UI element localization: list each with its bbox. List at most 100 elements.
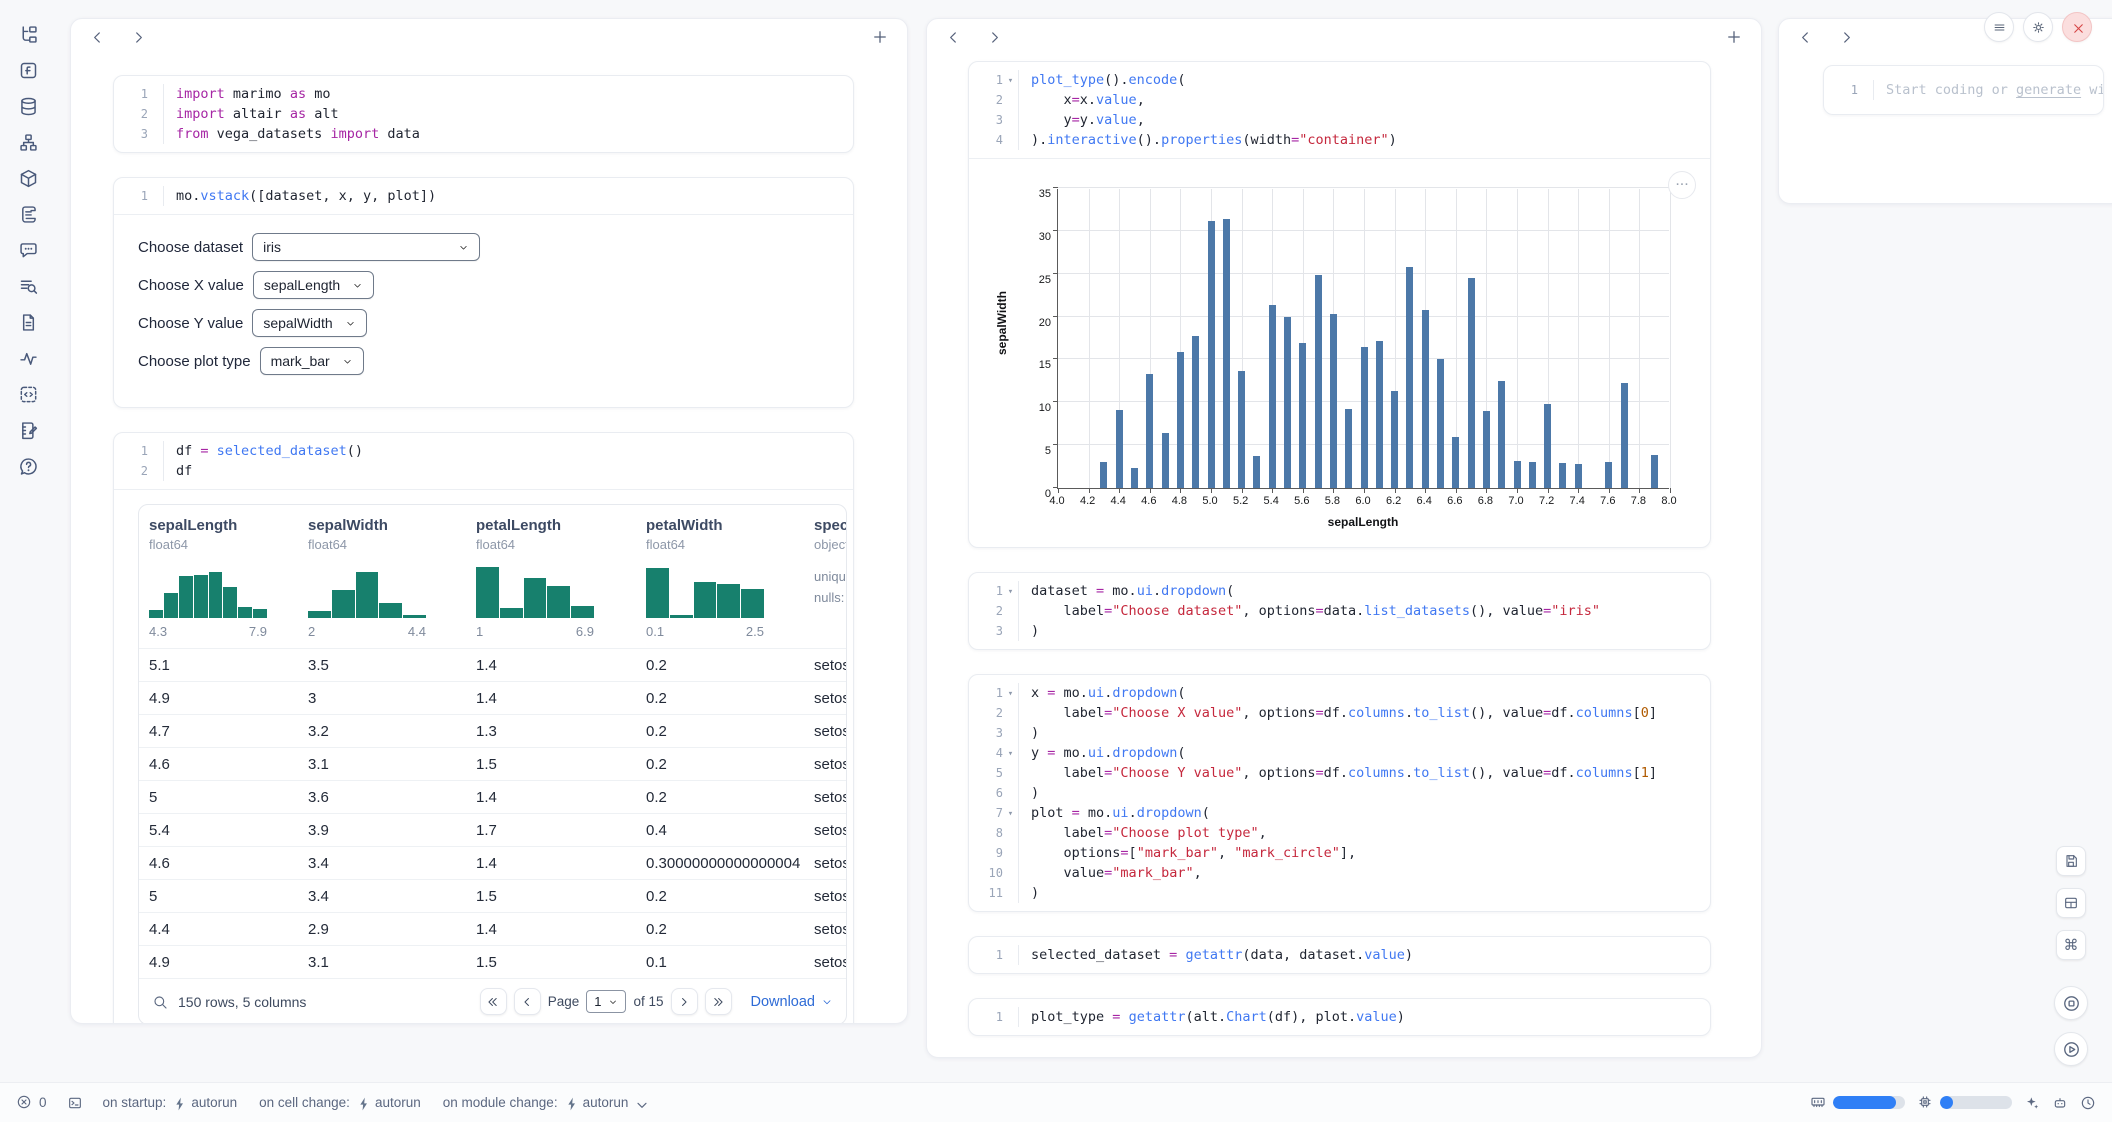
ai-assist-button[interactable]	[2024, 1095, 2040, 1111]
notebook-menu-button[interactable]	[1984, 12, 2014, 42]
code-line[interactable]: 2import altair as alt	[114, 104, 853, 124]
settings-button[interactable]	[2023, 12, 2053, 42]
sidebar-package-icon[interactable]	[18, 168, 39, 189]
sidebar-logs-icon[interactable]	[18, 276, 39, 297]
x-tick-label: 6.6	[1447, 495, 1462, 507]
chart-plot-area[interactable]: 05101520253035	[1057, 189, 1669, 489]
column-name[interactable]: petalLength	[476, 517, 636, 534]
histogram-range: 0.12.5	[646, 624, 764, 639]
fold-chevron-icon[interactable]: ▾	[1003, 743, 1018, 763]
code-line[interactable]: 1mo.vstack([dataset, x, y, plot])	[114, 186, 853, 206]
previous-page-button[interactable]	[514, 988, 541, 1015]
fold-chevron-icon[interactable]: ▾	[1003, 683, 1018, 703]
sidebar-snippets-icon[interactable]	[18, 384, 39, 405]
column-name[interactable]: sepalLength	[149, 517, 298, 534]
sidebar-documentation-icon[interactable]	[18, 312, 39, 333]
runtime-history-button[interactable]	[2080, 1095, 2096, 1111]
empty-code-cell[interactable]: 1 Start coding or generate with	[1823, 65, 2104, 115]
editor-placeholder[interactable]: Start coding or generate with	[1873, 80, 2103, 100]
add-cell-icon[interactable]	[1725, 28, 1743, 46]
x-tick	[1456, 488, 1457, 493]
add-cell-icon[interactable]	[871, 28, 889, 46]
code-line[interactable]: 2 label="Choose dataset", options=data.l…	[969, 601, 1710, 621]
dataset-select[interactable]: iris	[252, 233, 480, 261]
generate-link[interactable]: generate	[2016, 82, 2081, 98]
sidebar-functions-icon[interactable]	[18, 60, 39, 81]
assistant-button[interactable]	[2052, 1095, 2068, 1111]
runtime-config-item[interactable]: on startup:autorun	[103, 1095, 238, 1110]
last-page-button[interactable]	[705, 988, 732, 1015]
column-name[interactable]: species	[814, 517, 847, 534]
code-line[interactable]: 1plot_type = getattr(alt.Chart(df), plot…	[969, 1007, 1710, 1027]
keyboard-shortcuts-button[interactable]: ⌘	[2056, 930, 2086, 960]
code-line[interactable]: 7▾plot = mo.ui.dropdown(	[969, 803, 1710, 823]
code-line[interactable]: 4).interactive().properties(width="conta…	[969, 130, 1710, 150]
line-number: 6	[969, 783, 1003, 803]
page-select[interactable]: 1	[586, 990, 626, 1013]
runtime-config-item[interactable]: on cell change:autorun	[259, 1095, 421, 1110]
code-line[interactable]: 1▾plot_type().encode(	[969, 70, 1710, 90]
code-line[interactable]: 9 options=["mark_bar", "mark_circle"],	[969, 843, 1710, 863]
sidebar-database-icon[interactable]	[18, 96, 39, 117]
chevron-right-icon[interactable]	[986, 29, 1003, 46]
save-button[interactable]	[2056, 846, 2086, 876]
code-line[interactable]: 1df = selected_dataset()	[114, 441, 853, 461]
runtime-config-item[interactable]: on module change:autorun	[443, 1095, 646, 1110]
sidebar-dependency-graph-icon[interactable]	[18, 132, 39, 153]
search-icon[interactable]	[152, 994, 168, 1010]
code-line[interactable]: 1selected_dataset = getattr(data, datase…	[969, 945, 1710, 965]
sidebar-scratchpad-icon[interactable]	[18, 420, 39, 441]
code-cell-dataframe: 1df = selected_dataset()2df sepalLengthf…	[113, 432, 854, 1024]
code-line[interactable]: 2df	[114, 461, 853, 481]
code-line[interactable]: 10 value="mark_bar",	[969, 863, 1710, 883]
sidebar-help-icon[interactable]	[18, 456, 39, 477]
code-line[interactable]: 3)	[969, 723, 1710, 743]
sidebar-file-tree-icon[interactable]	[18, 24, 39, 45]
interrupt-button[interactable]	[2054, 986, 2088, 1020]
sidebar-chat-bot-icon[interactable]	[18, 240, 39, 261]
chevron-right-icon[interactable]	[1838, 29, 1855, 46]
code-line[interactable]: 11)	[969, 883, 1710, 903]
code-line[interactable]: 6)	[969, 783, 1710, 803]
run-all-button[interactable]	[2054, 1032, 2088, 1066]
sidebar-script-icon[interactable]	[18, 204, 39, 225]
sidebar-rail	[0, 0, 56, 1082]
cell-layout-button[interactable]	[2056, 888, 2086, 918]
code-line[interactable]: 1import marimo as mo	[114, 84, 853, 104]
terminal-button[interactable]	[67, 1095, 83, 1111]
chevron-left-icon[interactable]	[945, 29, 962, 46]
chevron-left-icon[interactable]	[1797, 29, 1814, 46]
download-button[interactable]: Download	[751, 994, 834, 1010]
code-line[interactable]: 1▾x = mo.ui.dropdown(	[969, 683, 1710, 703]
fold-chevron-icon[interactable]: ▾	[1003, 581, 1018, 601]
cpu-usage[interactable]	[1917, 1094, 2012, 1111]
column-name[interactable]: petalWidth	[646, 517, 804, 534]
fold-chevron-icon[interactable]: ▾	[1003, 803, 1018, 823]
plot-type-select[interactable]: mark_bar	[260, 347, 364, 375]
x-value-select[interactable]: sepalLength	[253, 271, 374, 299]
fold-chevron-icon[interactable]: ▾	[1003, 70, 1018, 90]
code-line[interactable]: 4▾y = mo.ui.dropdown(	[969, 743, 1710, 763]
y-value-select[interactable]: sepalWidth	[252, 309, 366, 337]
code-line[interactable]: 3 y=y.value,	[969, 110, 1710, 130]
code-cell-selected-dataset: 1selected_dataset = getattr(data, datase…	[968, 936, 1711, 974]
shutdown-button[interactable]	[2062, 12, 2092, 42]
code-line[interactable]: 3)	[969, 621, 1710, 641]
first-page-button[interactable]	[480, 988, 507, 1015]
chevron-left-icon[interactable]	[89, 29, 106, 46]
sidebar-tracing-icon[interactable]	[18, 348, 39, 369]
code-line[interactable]: 2 x=x.value,	[969, 90, 1710, 110]
code-line[interactable]: 1▾dataset = mo.ui.dropdown(	[969, 581, 1710, 601]
table-column-header: sepalLengthfloat644.37.9	[139, 517, 298, 648]
errors-indicator[interactable]: 0	[16, 1094, 47, 1111]
code-line[interactable]: 5 label="Choose Y value", options=df.col…	[969, 763, 1710, 783]
code-line[interactable]: 3from vega_datasets import data	[114, 124, 853, 144]
code-text: plot_type().encode(	[1018, 70, 1710, 90]
next-page-button[interactable]	[671, 988, 698, 1015]
chart-options-button[interactable]: ...	[1668, 171, 1696, 199]
code-line[interactable]: 8 label="Choose plot type",	[969, 823, 1710, 843]
code-line[interactable]: 2 label="Choose X value", options=df.col…	[969, 703, 1710, 723]
memory-usage[interactable]	[1810, 1094, 1905, 1111]
column-name[interactable]: sepalWidth	[308, 517, 466, 534]
chevron-right-icon[interactable]	[130, 29, 147, 46]
